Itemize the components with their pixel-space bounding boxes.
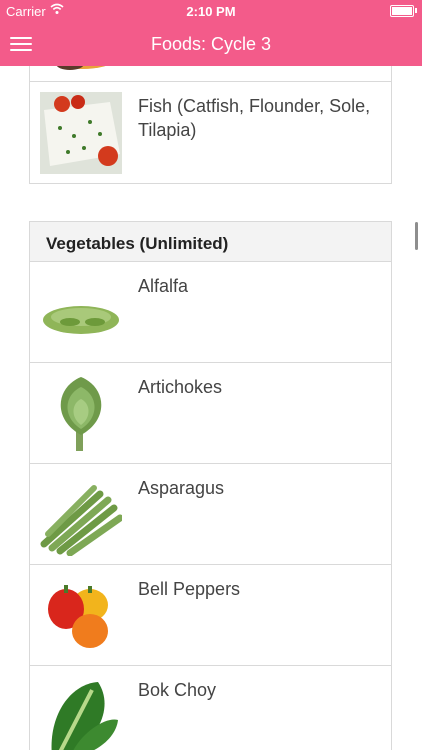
list-item-label: Bok Choy	[138, 680, 217, 700]
list-item-label: Bell Peppers	[138, 579, 241, 599]
food-list[interactable]: Fish (Catfish, Flounder, Sole, Tilapia) …	[0, 66, 422, 750]
asparagus-image	[40, 474, 122, 556]
scroll-indicator[interactable]	[415, 222, 418, 250]
protein-card: Fish (Catfish, Flounder, Sole, Tilapia)	[29, 66, 392, 184]
alfalfa-image	[40, 272, 122, 354]
battery-icon	[390, 5, 414, 17]
battery-tip	[415, 8, 417, 13]
bok-choy-image	[40, 676, 122, 750]
list-item[interactable]: Asparagus	[30, 464, 391, 565]
list-item[interactable]: Bell Peppers	[30, 565, 391, 666]
vegetables-card: Vegetables (Unlimited) Alfalfa Artichoke…	[29, 221, 392, 750]
list-item-label: Asparagus	[138, 478, 225, 498]
list-item[interactable]	[30, 66, 391, 82]
fish-image	[40, 92, 122, 174]
list-item[interactable]: Alfalfa	[30, 262, 391, 363]
artichoke-image	[40, 373, 122, 455]
list-item-label: Alfalfa	[138, 276, 189, 296]
section-header: Vegetables (Unlimited)	[30, 222, 391, 262]
list-item[interactable]: Artichokes	[30, 363, 391, 464]
protein-image	[40, 66, 122, 73]
navigation-bar: Foods: Cycle 3	[0, 22, 422, 66]
list-item[interactable]: Fish (Catfish, Flounder, Sole, Tilapia)	[30, 82, 391, 183]
status-bar: Carrier 2:10 PM	[0, 0, 422, 22]
bell-pepper-image	[40, 575, 122, 657]
status-time: 2:10 PM	[186, 4, 236, 19]
list-item-label: Fish (Catfish, Flounder, Sole, Tilapia)	[138, 96, 371, 140]
list-item-label: Artichokes	[138, 377, 223, 397]
list-item[interactable]: Bok Choy	[30, 666, 391, 750]
page-title: Foods: Cycle 3	[150, 34, 272, 54]
